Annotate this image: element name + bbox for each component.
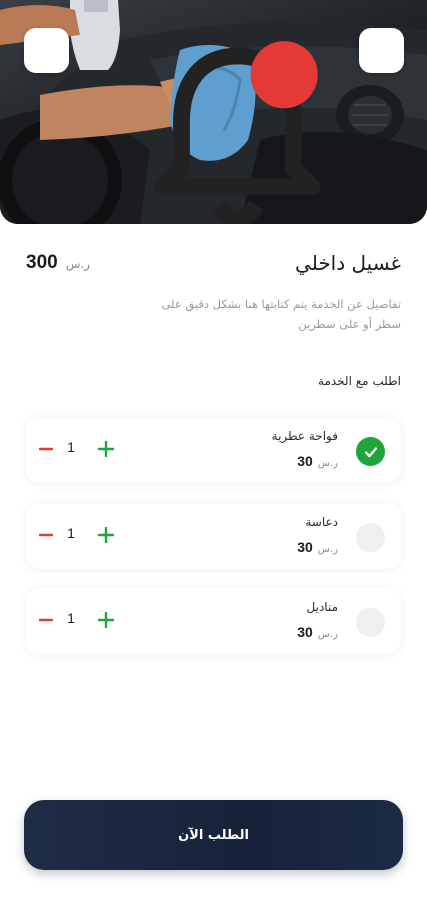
addon-price-value: 30 — [297, 453, 313, 469]
checkmark-icon — [364, 446, 377, 457]
order-now-label: الطلب الآن — [178, 827, 249, 843]
addon-card[interactable]: مناديل ر.س 30 1 — [26, 588, 401, 654]
quantity-value: 1 — [67, 525, 75, 541]
description-line-2: سطر أو على سطرين — [298, 317, 401, 331]
decrease-button[interactable] — [34, 608, 58, 632]
addon-price: ر.س 30 — [297, 453, 338, 469]
quantity-value: 1 — [67, 610, 75, 626]
increase-button[interactable] — [94, 608, 118, 632]
addon-checkbox[interactable] — [356, 437, 385, 466]
addon-card[interactable]: دعاسة ر.س 30 1 — [26, 503, 401, 569]
notification-button[interactable] — [24, 28, 321, 224]
increase-button[interactable] — [94, 437, 118, 461]
decrease-button[interactable] — [34, 523, 58, 547]
service-description: تفاصيل عن الخدمة يتم كتابتها هنا بشكل دق… — [120, 294, 401, 334]
addon-card[interactable]: فواحة عطرية ر.س 30 1 — [26, 417, 401, 483]
notification-dot — [250, 41, 318, 109]
plus-icon — [98, 612, 114, 628]
increase-button[interactable] — [94, 523, 118, 547]
service-price: ر.س 300 — [26, 252, 90, 274]
price-currency: ر.س — [65, 257, 90, 271]
plus-icon — [98, 527, 114, 543]
decrease-button[interactable] — [34, 437, 58, 461]
addons-section-label: اطلب مع الخدمة — [318, 374, 401, 388]
addon-price: ر.س 30 — [297, 624, 338, 640]
minus-icon — [39, 533, 53, 537]
addon-price-currency: ر.س — [317, 629, 338, 640]
addon-name: مناديل — [306, 600, 338, 614]
quantity-value: 1 — [67, 439, 75, 455]
plus-icon — [98, 441, 114, 457]
addon-price-currency: ر.س — [317, 544, 338, 555]
hero-image — [0, 0, 427, 224]
quantity-stepper: 1 — [34, 523, 134, 547]
quantity-stepper: 1 — [34, 437, 134, 461]
service-title: غسيل داخلي — [295, 251, 401, 275]
addon-checkbox[interactable] — [356, 608, 385, 637]
addon-price-value: 30 — [297, 539, 313, 555]
addon-name: دعاسة — [305, 515, 338, 529]
order-now-button[interactable]: الطلب الآن — [24, 800, 403, 870]
addon-price-value: 30 — [297, 624, 313, 640]
minus-icon — [39, 447, 53, 451]
addon-price: ر.س 30 — [297, 539, 338, 555]
addon-name: فواحة عطرية — [271, 429, 338, 443]
menu-icon — [359, 28, 427, 224]
quantity-stepper: 1 — [34, 608, 134, 632]
description-line-1: تفاصيل عن الخدمة يتم كتابتها هنا بشكل دق… — [161, 297, 401, 311]
price-value: 300 — [26, 252, 58, 273]
addon-checkbox[interactable] — [356, 523, 385, 552]
service-header: غسيل داخلي ر.س 300 — [26, 246, 401, 280]
addon-price-currency: ر.س — [317, 458, 338, 469]
menu-button[interactable] — [359, 28, 404, 73]
minus-icon — [39, 618, 53, 622]
